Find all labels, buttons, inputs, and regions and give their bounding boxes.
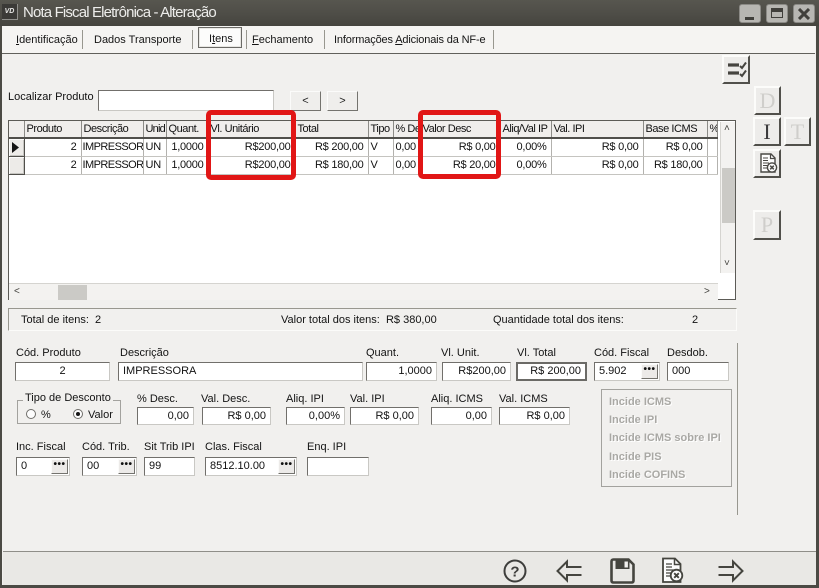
svg-text:?: ? — [510, 564, 519, 581]
